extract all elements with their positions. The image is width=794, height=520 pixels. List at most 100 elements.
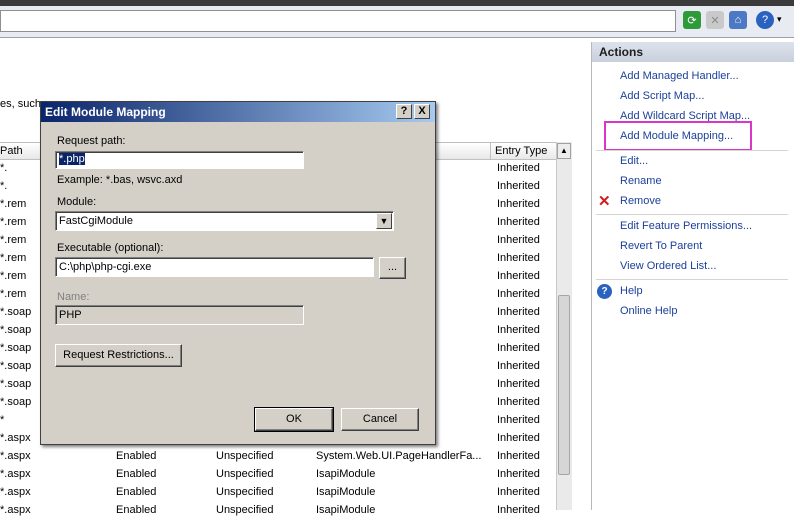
row-entry-type: Inherited [497,252,540,264]
row-handler: IsapiModule [316,486,376,498]
row-path: *.soap [0,378,32,390]
row-path: *.rem [0,270,27,282]
row-path: *.aspx [0,468,31,480]
row-entry-type: Inherited [497,342,540,354]
row-entry-type: Inherited [497,396,540,408]
help-link[interactable]: Help [620,285,643,297]
row-path: *.rem [0,288,27,300]
row-verb: Unspecified [216,450,274,462]
request-path-value: *.php [59,153,85,165]
row-state: Enabled [116,468,157,480]
remove-link[interactable]: Remove [620,195,661,207]
row-path: *.soap [0,396,32,408]
row-entry-type: Inherited [497,234,540,246]
chevron-down-icon[interactable]: ▾ [777,14,782,25]
revert-to-parent-link[interactable]: Revert To Parent [620,240,702,252]
actions-separator [596,150,788,151]
module-select[interactable]: FastCgiModule [55,211,394,231]
row-entry-type: Inherited [497,378,540,390]
scroll-up-icon[interactable]: ▲ [557,143,571,159]
row-entry-type: Inherited [497,504,540,516]
feature-description: es, such [0,98,41,110]
row-entry-type: Inherited [497,180,540,192]
add-script-map-link[interactable]: Add Script Map... [620,90,704,102]
row-entry-type: Inherited [497,432,540,444]
actions-separator [596,214,788,215]
highlight-box [604,121,752,151]
ok-button[interactable]: OK [254,407,334,432]
refresh-icon[interactable]: ⟳ [683,11,701,29]
row-entry-type: Inherited [497,288,540,300]
table-row[interactable]: *.aspx Enabled Unspecified IsapiModule Inher… [0,466,556,484]
remove-icon: ✕ [598,193,611,210]
request-path-example: Example: *.bas, wsvc.axd [57,174,183,186]
actions-title: Actions [592,42,794,62]
dialog-close-button[interactable]: X [414,104,430,119]
row-path: *.aspx [0,486,31,498]
column-entry-type-header[interactable]: Entry Type [495,145,547,157]
row-entry-type: Inherited [497,198,540,210]
row-verb: Unspecified [216,504,274,516]
row-path: *.rem [0,252,27,264]
edit-feature-permissions-link[interactable]: Edit Feature Permissions... [620,220,752,232]
home-icon[interactable]: ⌂ [729,11,747,29]
row-path: *.rem [0,234,27,246]
name-label: Name: [57,291,90,303]
row-entry-type: Inherited [497,468,540,480]
row-state: Enabled [116,486,157,498]
help-icon: ? [597,284,612,299]
name-value: PHP [59,309,82,321]
module-label: Module: [57,196,97,208]
column-divider [490,143,491,160]
row-entry-type: Inherited [497,324,540,336]
request-restrictions-button[interactable]: Request Restrictions... [55,344,182,367]
table-row[interactable]: *.aspx Enabled Unspecified System.Web.UI.Pa… [0,448,556,466]
add-managed-handler-link[interactable]: Add Managed Handler... [620,70,739,82]
row-path: *.soap [0,360,32,372]
executable-input[interactable]: C:\php\php-cgi.exe [55,257,374,277]
online-help-link[interactable]: Online Help [620,305,677,317]
row-verb: Unspecified [216,468,274,480]
row-state: Enabled [116,450,157,462]
name-input[interactable]: PHP [55,305,304,325]
row-entry-type: Inherited [497,162,540,174]
table-row[interactable]: *.aspx Enabled Unspecified IsapiModule Inher… [0,502,556,520]
row-handler: System.Web.UI.PageHandlerFa... [316,450,482,462]
row-path: *.aspx [0,504,31,516]
request-path-label: Request path: [57,135,126,147]
executable-value: C:\php\php-cgi.exe [59,261,152,273]
row-path: *.soap [0,306,32,318]
actions-separator [596,279,788,280]
edit-link[interactable]: Edit... [620,155,648,167]
dialog-title: Edit Module Mapping [41,102,435,122]
request-path-input[interactable]: *.php [55,151,304,169]
stop-icon[interactable]: ✕ [706,11,724,29]
row-entry-type: Inherited [497,450,540,462]
rename-link[interactable]: Rename [620,175,662,187]
row-path: *. [0,162,8,174]
row-entry-type: Inherited [497,306,540,318]
row-path: * [0,414,5,426]
scrollbar-thumb[interactable] [558,295,570,475]
help-menu-icon[interactable]: ? [756,11,774,29]
row-path: *. [0,180,8,192]
module-value: FastCgiModule [59,215,133,227]
row-entry-type: Inherited [497,414,540,426]
chevron-down-icon[interactable]: ▼ [376,213,392,229]
row-entry-type: Inherited [497,486,540,498]
row-verb: Unspecified [216,486,274,498]
row-entry-type: Inherited [497,270,540,282]
cancel-button[interactable]: Cancel [341,408,419,431]
column-path-header[interactable]: Path [0,145,23,157]
row-state: Enabled [116,504,157,516]
row-entry-type: Inherited [497,360,540,372]
address-bar[interactable] [0,10,676,32]
dialog-help-button[interactable]: ? [396,104,412,119]
row-path: *.aspx [0,432,31,444]
row-path: *.rem [0,216,27,228]
browse-button[interactable]: ... [379,257,406,279]
row-entry-type: Inherited [497,216,540,228]
view-ordered-list-link[interactable]: View Ordered List... [620,260,716,272]
row-handler: IsapiModule [316,468,376,480]
table-row[interactable]: *.aspx Enabled Unspecified IsapiModule Inher… [0,484,556,502]
